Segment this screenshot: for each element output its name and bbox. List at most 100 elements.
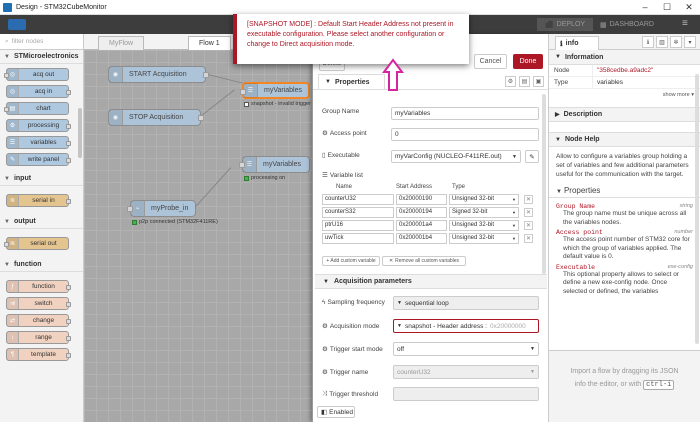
group-name-input[interactable]: myVariables <box>391 107 539 120</box>
maximize-button[interactable]: ☐ <box>656 2 678 13</box>
help-text: Allow to configure a variables group hol… <box>556 153 689 178</box>
error-notification[interactable]: [SNAPSHOT MODE] : Default Start Header A… <box>233 14 469 64</box>
main-menu-icon[interactable]: ≡ <box>682 18 688 29</box>
palette-node-acq-out[interactable]: ◎ acq out <box>4 68 69 81</box>
palette-node-acq-in[interactable]: ◎ acq in <box>6 85 71 98</box>
dashboard-button[interactable]: ▦ DASHBOARD <box>600 18 672 31</box>
palette-node-processing[interactable]: ⚙ processing <box>6 119 71 132</box>
acquisition-section-header[interactable]: ▼ Acquisition parameters <box>315 274 547 289</box>
prop-name: Executable <box>556 263 596 271</box>
remove-var-button[interactable]: ✕ <box>524 233 533 243</box>
category-label: input <box>13 175 32 182</box>
information-section[interactable]: ▼ Information <box>549 50 700 65</box>
window-titlebar: Design - STM32CubeMonitor – ☐ ✕ <box>0 0 700 15</box>
label-text: Executable <box>327 151 360 159</box>
sampling-select[interactable]: ▼ sequential loop <box>393 296 539 310</box>
palette-scrollbar[interactable] <box>78 108 82 158</box>
var-address-cell[interactable]: 0x200001a4 <box>396 219 447 231</box>
chevron-down-icon: ▼ <box>512 222 516 228</box>
workspace-grid[interactable]: ◉ START Acquisition ◉ STOP Acquisition ☰ my… <box>84 50 312 422</box>
palette-category-st[interactable]: ▼ STMicroelectronics <box>0 50 83 64</box>
access-point-input[interactable]: 0 <box>391 128 539 141</box>
add-variable-button[interactable]: + Add custom variable <box>322 256 380 266</box>
var-address-cell[interactable]: 0x200001b4 <box>396 232 447 244</box>
close-window-button[interactable]: ✕ <box>678 2 700 13</box>
var-address-cell[interactable]: 0x20000194 <box>396 206 447 218</box>
palette-node-serial-in[interactable]: ≋ serial in <box>6 194 71 207</box>
minimize-button[interactable]: – <box>634 2 656 13</box>
hint-text: info the editor, or with <box>574 381 642 388</box>
palette-node-switch[interactable]: ⇉ switch <box>6 297 71 310</box>
tab-myflow[interactable]: MyFlow <box>98 36 145 50</box>
myvariables-node-selected[interactable]: ☰ myVariables <box>240 82 310 99</box>
node-port <box>66 353 71 358</box>
bug-icon[interactable]: ✲ <box>670 36 682 48</box>
status-indicator <box>244 101 249 107</box>
trigger-threshold-input[interactable] <box>393 387 539 401</box>
node-help-section[interactable]: ▼ Node Help <box>549 132 700 147</box>
palette-filter-input[interactable]: ⌕ filter nodes <box>0 34 83 50</box>
palette-category-function[interactable]: ▼ function <box>0 258 83 272</box>
gear-icon[interactable]: ⚙ <box>505 76 516 87</box>
palette-node-function[interactable]: ƒ function <box>6 280 71 293</box>
info-icon[interactable]: ℹ <box>642 36 654 48</box>
var-name-cell[interactable]: uwTick <box>322 232 394 244</box>
trigger-name-select[interactable]: counterU32 ▼ <box>393 365 539 379</box>
enabled-toggle[interactable]: ◧ Enabled <box>317 406 355 418</box>
appearance-icon[interactable]: ▣ <box>533 76 544 87</box>
edit-executable-button[interactable]: ✎ <box>525 150 539 163</box>
cancel-button[interactable]: Cancel <box>474 54 507 69</box>
stop-acquisition-node[interactable]: ◉ STOP Acquisition <box>108 109 204 126</box>
palette-category-output[interactable]: ▼ output <box>0 215 83 229</box>
template-icon: ¶ <box>7 349 19 360</box>
remove-var-button[interactable]: ✕ <box>524 194 533 204</box>
tab-flow-1[interactable]: Flow 1 <box>188 36 231 50</box>
prop-desc: The group name must be unique across all… <box>563 210 687 226</box>
palette-node-chart[interactable]: ▤ chart <box>4 102 69 115</box>
remove-all-button[interactable]: ✕ Remove all custom variables <box>382 256 466 266</box>
palette-node-write-panel[interactable]: ✎ write panel <box>6 153 71 166</box>
var-name-cell[interactable]: counterU32 <box>322 193 394 205</box>
var-type-select[interactable]: Signed 32-bit ▼ <box>449 206 519 218</box>
done-button[interactable]: Done <box>513 54 543 69</box>
palette-category-input[interactable]: ▼ input <box>0 172 83 186</box>
var-address-cell[interactable]: 0x20000190 <box>396 193 447 205</box>
dashboard-label: DASHBOARD <box>609 21 654 28</box>
pencil-icon: ✎ <box>529 153 535 161</box>
prop-type: exe-config <box>667 263 693 270</box>
node-port <box>127 206 133 212</box>
palette-node-serial-out[interactable]: ≋ serial out <box>4 237 69 250</box>
myvariables-node[interactable]: ☰ myVariables <box>239 156 310 173</box>
executable-value: myVarConfig (NUCLEO-F411RE.out) <box>395 153 502 160</box>
start-acquisition-node[interactable]: ◉ START Acquisition <box>108 66 209 83</box>
probe-icon: ⌁ <box>131 201 145 216</box>
var-type-select[interactable]: Unsigned 32-bit ▼ <box>449 232 519 244</box>
book-icon[interactable]: ▥ <box>656 36 668 48</box>
chevron-down-icon[interactable]: ▾ <box>684 36 696 48</box>
node-label: START Acquisition <box>129 71 187 78</box>
trigger-start-select[interactable]: off ▼ <box>393 342 539 356</box>
sidebar-scrollbar[interactable] <box>695 74 699 344</box>
show-more-link[interactable]: show more ▾ <box>549 89 700 101</box>
properties-toggle[interactable]: ▼ Properties <box>318 74 385 89</box>
executable-select[interactable]: myVarConfig (NUCLEO-F411RE.out) ▼ <box>391 150 521 163</box>
palette-node-variables[interactable]: ☰ variables <box>6 136 71 149</box>
tab-info[interactable]: ℹ info <box>555 36 599 50</box>
var-name-cell[interactable]: counterS32 <box>322 206 394 218</box>
deploy-button[interactable]: ⬛ DEPLOY <box>537 18 593 31</box>
var-type-select[interactable]: Unsigned 32-bit ▼ <box>449 219 519 231</box>
description-section[interactable]: ▶ Description <box>549 107 700 122</box>
remove-var-button[interactable]: ✕ <box>524 207 533 217</box>
tray-scrollbar[interactable] <box>542 94 546 274</box>
var-type-select[interactable]: Unsigned 32-bit ▼ <box>449 193 519 205</box>
myprobe-node[interactable]: ⌁ myProbe_in <box>127 200 196 217</box>
description-icon[interactable]: ▤ <box>519 76 530 87</box>
acq-mode-address[interactable]: 0x20000000 <box>490 323 526 330</box>
palette-node-change[interactable]: ⇄ change <box>6 314 71 327</box>
remove-var-button[interactable]: ✕ <box>524 220 533 230</box>
var-name-cell[interactable]: ptrU16 <box>322 219 394 231</box>
palette-node-range[interactable]: ↕ range <box>6 331 71 344</box>
palette-node-template[interactable]: ¶ template <box>6 348 71 361</box>
acq-mode-select[interactable]: ▼ snapshot - Header address :0x20000000 <box>393 319 539 333</box>
chevron-down-icon: ▼ <box>4 53 10 60</box>
